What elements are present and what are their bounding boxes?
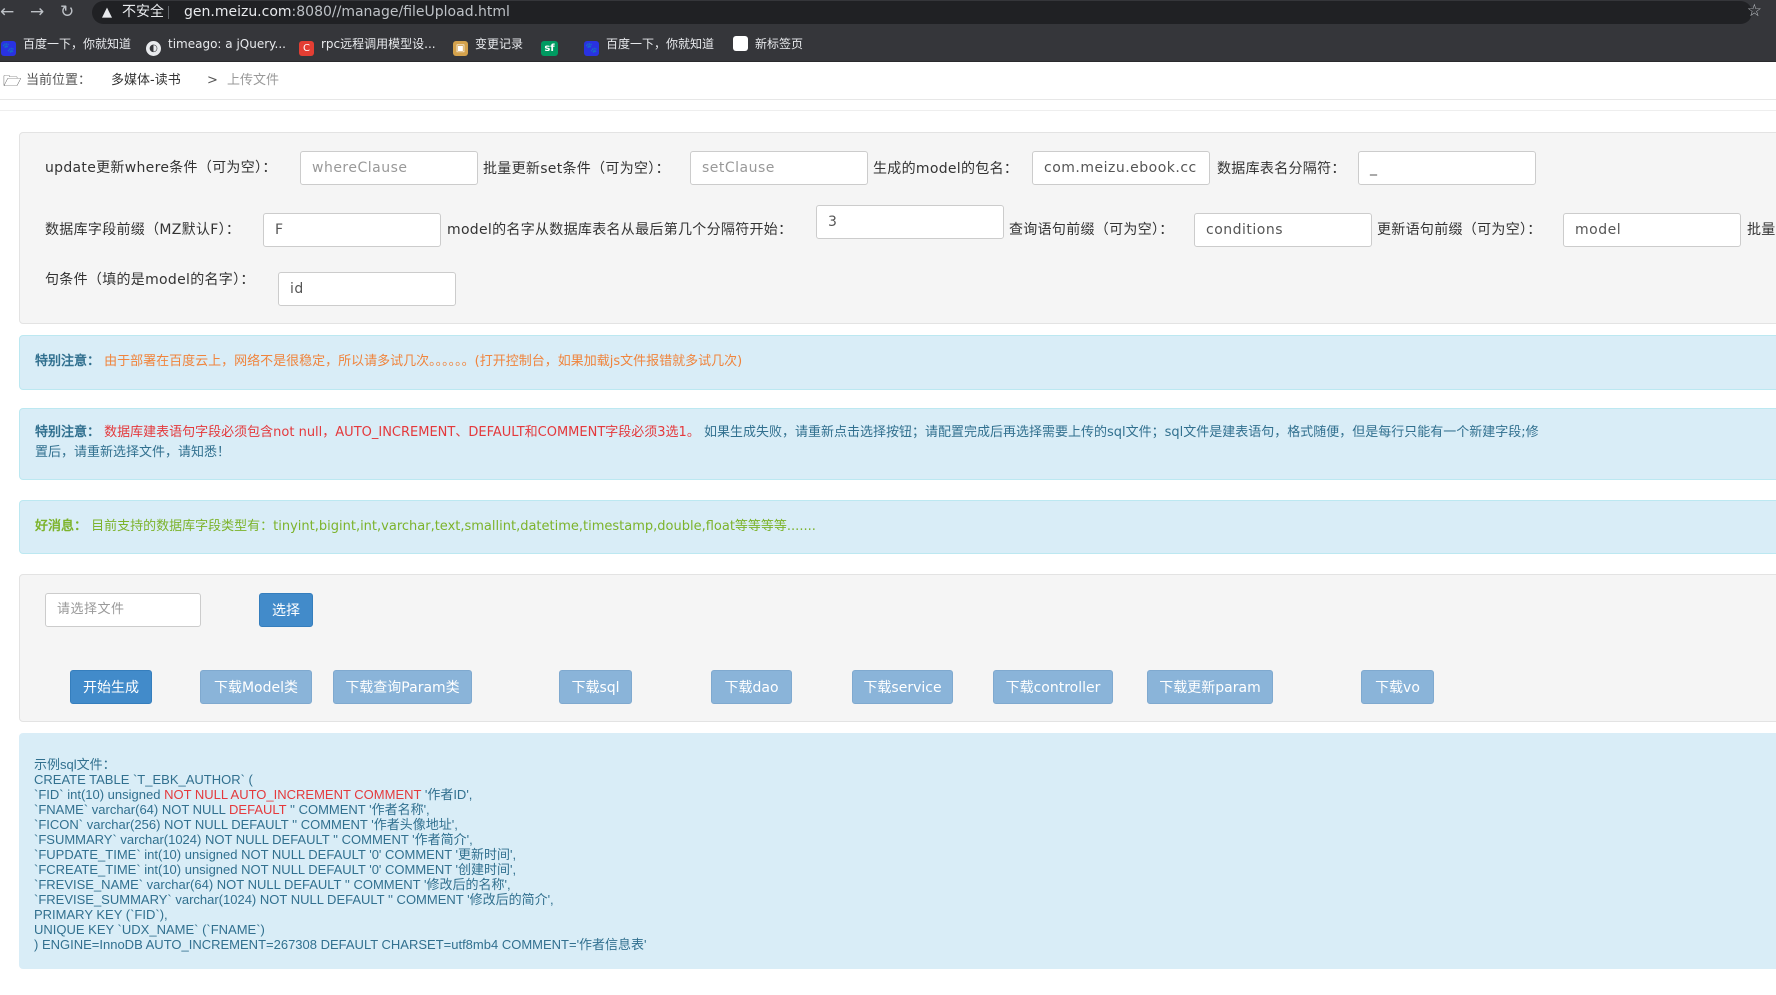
download-query-param-button[interactable]: 下载查询Param类 [333,670,472,704]
url-text[interactable]: gen.meizu.com:8080//manage/fileUpload.ht… [184,1,510,24]
browser-toolbar: ← → ↻ ▲ 不安全 gen.meizu.com:8080//manage/f… [0,0,1776,25]
sql-example: 示例sql文件： CREATE TABLE `T_EBK_AUTHOR` ( `… [19,733,1776,969]
sql-line: `FCREATE_TIME` int(10) unsigned NOT NULL… [34,862,517,877]
forward-arrow-icon[interactable]: → [30,2,44,22]
package-label: 生成的model的包名： [873,161,1019,177]
set-label: 批量更新set条件（可为空）： [483,161,670,177]
sql-line: `FNAME` varchar(64) NOT NULL DEFAULT '' … [34,802,430,817]
set-clause-input[interactable]: setClause [690,151,868,185]
notice-tag: 好消息： [35,519,88,534]
sql-line: `FICON` varchar(256) NOT NULL DEFAULT ''… [34,817,458,832]
bookmark-item[interactable]: ▣ 变更记录 [453,36,524,56]
sql-line: `FSUMMARY` varchar(1024) NOT NULL DEFAUL… [34,832,473,847]
back-arrow-icon[interactable]: ← [0,2,14,22]
divider [0,110,1776,111]
breadcrumb-separator: > [207,73,218,88]
notice-good-news: 好消息： 目前支持的数据库字段类型有：tinyint,bigint,int,va… [19,500,1776,554]
notice-text: 如果生成失败，请重新点击选择按钮；请配置完成后再选择需要上传的sql文件；sql… [703,425,1539,440]
config-form: update更新where条件（可为空）： whereClause 批量更新se… [19,132,1776,324]
bookmark-item[interactable]: 🐾 百度一下，你就知道 [1,36,132,56]
bookmark-item[interactable]: ◐ timeago: a jQuery... [146,36,286,56]
sql-line: `FREVISE_SUMMARY` varchar(1024) NOT NULL… [34,892,554,907]
notice-warning-text: 数据库建表语句字段必须包含not null，AUTO_INCREMENT、DEF… [104,425,700,440]
generate-button[interactable]: 开始生成 [70,670,152,704]
package-input[interactable]: com.meizu.ebook.cc [1032,151,1210,185]
bookmark-label: rpc远程调用模型设... [321,37,436,51]
notice-tag: 特别注意： [35,354,101,369]
url-host: gen.meizu.com [184,4,292,20]
download-update-param-button[interactable]: 下载更新param [1147,670,1273,704]
operations-panel: 请选择文件 选择 开始生成 下载Model类 下载查询Param类 下载sql … [19,574,1776,722]
insecure-label: 不安全 [122,4,164,20]
sql-line: ) ENGINE=InnoDB AUTO_INCREMENT=267308 DE… [34,937,647,952]
baidu-icon: 🐾 [1,41,16,56]
folder-open-icon: 🗁 [3,72,22,90]
query-prefix-label: 查询语句前缀（可为空）： [1009,222,1174,238]
bookmark-label: 百度一下，你就知道 [606,37,715,51]
notice-network: 特别注意： 由于部署在百度云上，网络不是很稳定，所以请多试几次。。。。。。(打开… [19,335,1776,390]
breadcrumb-parent[interactable]: 多媒体-读书 [111,62,181,100]
sql-line: `FID` int(10) unsigned NOT NULL AUTO_INC… [34,787,473,802]
bookmark-star-icon[interactable]: ☆ [1747,1,1762,21]
bookmark-item[interactable]: Crpc远程调用模型设... [299,36,436,56]
bookmarks-bar: 🐾 百度一下，你就知道 ◐ timeago: a jQuery... Crpc远程调… [0,25,1776,62]
batch-label: 批量 [1747,222,1776,238]
download-model-button[interactable]: 下载Model类 [200,670,312,704]
choose-file-button[interactable]: 选择 [259,593,313,627]
page-icon [733,36,748,51]
model-index-label: model的名字从数据库表名从最后第几个分隔符开始： [447,222,793,238]
query-prefix-input[interactable]: conditions [1194,213,1372,247]
where-model-label: 句条件（填的是model的名字）： [45,272,255,288]
reload-icon[interactable]: ↻ [60,2,74,22]
update-prefix-label: 更新语句前缀（可为空）： [1377,222,1542,238]
sql-line: PRIMARY KEY (`FID`), [34,907,168,922]
bookmark-label: 变更记录 [475,37,524,51]
address-divider [168,6,169,19]
sql-title: 示例sql文件： [34,757,116,772]
sql-highlight: DEFAULT [229,802,287,817]
sql-line: CREATE TABLE `T_EBK_AUTHOR` ( [34,772,253,787]
file-path-input[interactable]: 请选择文件 [45,593,201,627]
breadcrumb-label: 当前位置： [26,73,92,88]
warning-icon: ▲ [102,5,112,20]
bookmark-item[interactable]: sf [541,36,558,56]
address-bar[interactable]: ▲ 不安全 gen.meizu.com:8080//manage/fileUpl… [92,1,1752,24]
download-vo-button[interactable]: 下载vo [1361,670,1434,704]
bookmark-label: timeago: a jQuery... [168,37,286,51]
notice-text: 由于部署在百度云上，网络不是很稳定，所以请多试几次。。。。。。(打开控制台，如果… [104,354,743,369]
download-controller-button[interactable]: 下载controller [993,670,1113,704]
notice-tag: 特别注意： [35,425,101,440]
notice-text: 目前支持的数据库字段类型有：tinyint,bigint,int,varchar… [91,519,816,534]
notice-sql-rules: 特别注意： 数据库建表语句字段必须包含not null，AUTO_INCREME… [19,408,1776,480]
separator-label: 数据库表名分隔符： [1217,161,1346,177]
sql-line: UNIQUE KEY `UDX_NAME` (`FNAME`) [34,922,265,937]
bookmark-label: 百度一下，你就知道 [23,37,132,51]
sql-line: `FUPDATE_TIME` int(10) unsigned NOT NULL… [34,847,517,862]
prefix-input[interactable]: F [263,213,441,247]
segmentfault-icon: sf [541,41,558,56]
globe-icon: ◐ [146,41,161,56]
where-clause-input[interactable]: whereClause [300,151,478,185]
update-prefix-input[interactable]: model [1563,213,1741,247]
bookmark-item[interactable]: 🐾 百度一下，你就知道 [584,36,715,56]
breadcrumb-current: 上传文件 [227,73,280,88]
csdn-icon: C [299,41,314,56]
sql-line: `FREVISE_NAME` varchar(64) NOT NULL DEFA… [34,877,511,892]
download-service-button[interactable]: 下载service [852,670,953,704]
image-icon: ▣ [453,41,468,56]
bookmark-item[interactable]: 新标签页 [733,36,803,54]
download-sql-button[interactable]: 下载sql [559,670,632,704]
breadcrumb: 🗁 当前位置： 多媒体-读书 > 上传文件 [0,62,1776,100]
where-model-input[interactable]: id [278,272,456,306]
notice-text-continued: 置后，请重新选择文件，请知悉！ [35,445,231,460]
model-index-input[interactable]: 3 [816,205,1004,239]
download-dao-button[interactable]: 下载dao [711,670,792,704]
bookmark-label: 新标签页 [755,37,804,51]
prefix-label: 数据库字段前缀（MZ默认F）： [45,222,241,238]
url-path: :8080//manage/fileUpload.html [291,4,510,20]
where-label: update更新where条件（可为空）： [45,160,277,176]
sql-highlight: NOT NULL AUTO_INCREMENT COMMENT [164,787,422,802]
separator-input[interactable]: _ [1358,151,1536,185]
baidu-icon: 🐾 [584,41,599,56]
